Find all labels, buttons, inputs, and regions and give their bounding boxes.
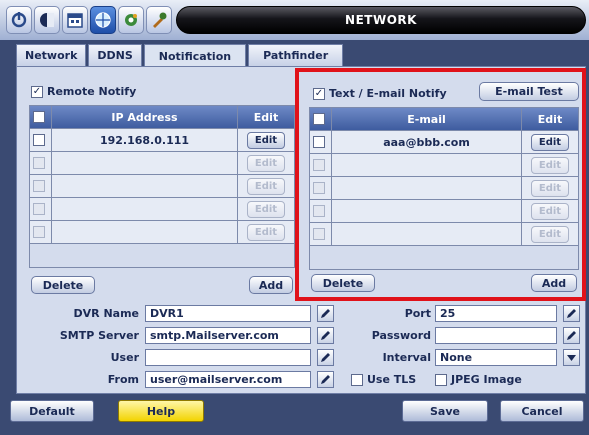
interval-select[interactable]: None	[435, 349, 557, 366]
pencil-icon[interactable]	[317, 349, 334, 366]
window-title: NETWORK	[176, 6, 586, 34]
table-row: Edit	[30, 221, 294, 244]
pencil-icon[interactable]	[317, 327, 334, 344]
row-checkbox	[32, 157, 45, 169]
edit-button: Edit	[247, 223, 285, 241]
ip-address-cell	[52, 175, 238, 197]
edit-button[interactable]: Edit	[247, 131, 285, 149]
remote-delete-button[interactable]: Delete	[31, 276, 95, 294]
help-button[interactable]: Help	[118, 400, 204, 422]
use-tls-label: Use TLS	[367, 373, 417, 386]
tab-network[interactable]: Network	[16, 44, 87, 66]
jpeg-image-toggle[interactable]: JPEG Image	[435, 373, 522, 386]
edit-button: Edit	[247, 177, 285, 195]
table-row: 192.168.0.111 Edit	[30, 129, 294, 152]
row-checkbox	[32, 180, 45, 192]
pencil-icon[interactable]	[317, 305, 334, 322]
ip-address-cell	[52, 152, 238, 174]
edit-header: Edit	[253, 110, 279, 124]
dvr-name-field[interactable]: DVR1	[145, 305, 311, 322]
select-all-checkbox[interactable]	[32, 111, 45, 123]
password-field[interactable]	[435, 327, 557, 344]
port-label: Port	[404, 307, 431, 320]
remote-notify-toggle[interactable]: ✓ Remote Notify	[31, 85, 136, 98]
top-bar: NETWORK	[0, 0, 589, 40]
from-field[interactable]: user@mailserver.com	[145, 371, 311, 388]
edit-button: Edit	[247, 154, 285, 172]
from-label: From	[107, 373, 139, 386]
highlight-box	[295, 68, 586, 301]
dvr-name-label: DVR Name	[73, 307, 140, 320]
table-row: Edit	[30, 175, 294, 198]
smtp-server-field[interactable]: smtp.Mailserver.com	[145, 327, 311, 344]
default-button[interactable]: Default	[10, 400, 94, 422]
tab-pathfinder[interactable]: Pathfinder	[248, 44, 344, 66]
interval-label: Interval	[382, 351, 431, 364]
tab-bar: Network DDNS Notification Pathfinder	[16, 44, 345, 68]
remote-ip-table: IP Address Edit 192.168.0.111 Edit Edit …	[29, 105, 295, 268]
pencil-icon[interactable]	[563, 327, 580, 344]
pencil-icon[interactable]	[563, 305, 580, 322]
row-checkbox[interactable]	[32, 134, 45, 146]
settings-icon[interactable]	[118, 6, 144, 34]
calendar-icon[interactable]	[62, 6, 88, 34]
user-label: User	[110, 351, 139, 364]
row-checkbox	[32, 203, 45, 215]
ip-address-cell: 192.168.0.111	[52, 129, 238, 151]
chevron-down-icon[interactable]	[563, 349, 580, 366]
table-header: IP Address Edit	[30, 106, 294, 129]
tab-ddns[interactable]: DDNS	[88, 44, 142, 66]
tab-notification[interactable]: Notification	[143, 44, 247, 68]
power-icon[interactable]	[6, 6, 32, 34]
row-checkbox	[32, 226, 45, 238]
ip-address-header: IP Address	[52, 106, 238, 128]
user-field[interactable]	[145, 349, 311, 366]
remote-notify-label: Remote Notify	[47, 85, 137, 98]
network-icon[interactable]	[90, 6, 116, 34]
remote-notify-checkbox[interactable]: ✓	[31, 85, 43, 98]
tools-icon[interactable]	[146, 6, 172, 34]
smtp-server-label: SMTP Server	[59, 329, 139, 342]
remote-add-button[interactable]: Add	[249, 276, 293, 294]
port-field[interactable]: 25	[435, 305, 557, 322]
display-icon[interactable]	[34, 6, 60, 34]
use-tls-toggle[interactable]: Use TLS	[351, 373, 416, 386]
table-row: Edit	[30, 152, 294, 175]
jpeg-image-checkbox[interactable]	[435, 373, 447, 386]
password-label: Password	[371, 329, 431, 342]
save-button[interactable]: Save	[402, 400, 488, 422]
pencil-icon[interactable]	[317, 371, 334, 388]
use-tls-checkbox[interactable]	[351, 373, 363, 386]
jpeg-image-label: JPEG Image	[451, 373, 522, 386]
ip-address-cell	[52, 198, 238, 220]
cancel-button[interactable]: Cancel	[500, 400, 584, 422]
table-row: Edit	[30, 198, 294, 221]
ip-address-cell	[52, 221, 238, 243]
edit-button: Edit	[247, 200, 285, 218]
